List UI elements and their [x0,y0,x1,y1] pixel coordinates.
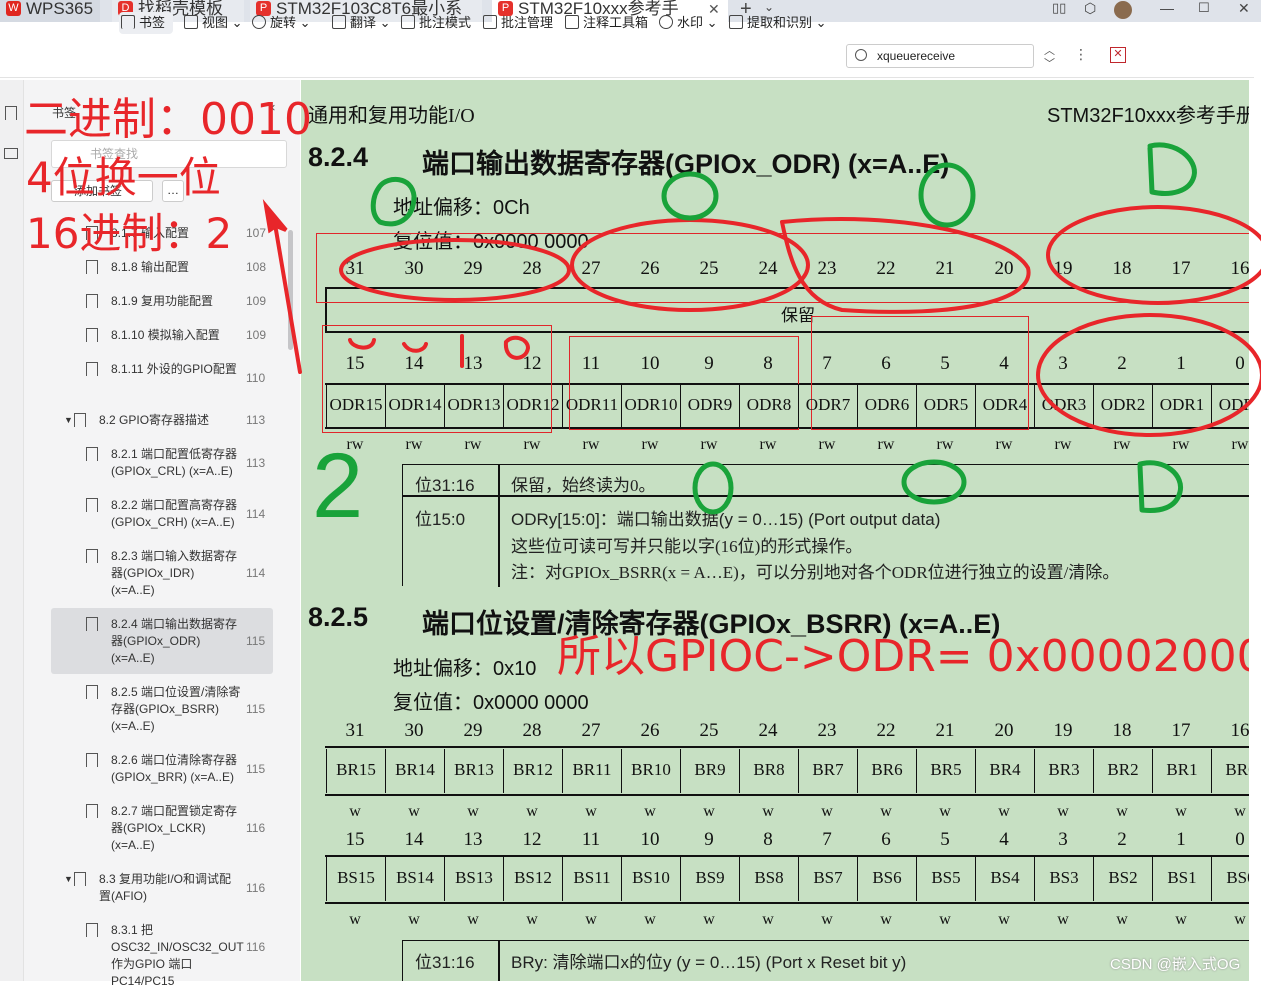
green-zero-mark [918,162,976,228]
green-d-mark [1147,142,1197,196]
green-digit-annotation: 2 [312,435,364,537]
hex-annotation: 16进制：2 [26,209,233,258]
green-zero-mark [661,171,719,221]
green-zero-mark [370,176,417,227]
red-circle-31-28 [339,238,571,302]
red-circle-19-16 [1046,205,1261,305]
watermark: CSDN @嵌入式OG [1110,956,1241,973]
red-arrow-shaft [274,228,302,374]
red-mark-14 [402,342,428,353]
red-circle-27-24 [570,218,810,312]
red-circle-23-20 [780,217,1031,314]
binary-annotation: 二进制：0010 [24,94,312,145]
red-mark-12 [503,335,531,360]
green-zero-mark [692,461,734,515]
handwriting-overlay [262,142,1261,515]
green-zero-mark [901,459,967,505]
green-d-mark [1137,460,1184,513]
nibble-annotation: 4位换一位 [26,153,221,202]
red-mark-15 [348,338,376,350]
red-arrow-head [262,199,288,234]
red-circle-3-0 [1036,313,1261,437]
